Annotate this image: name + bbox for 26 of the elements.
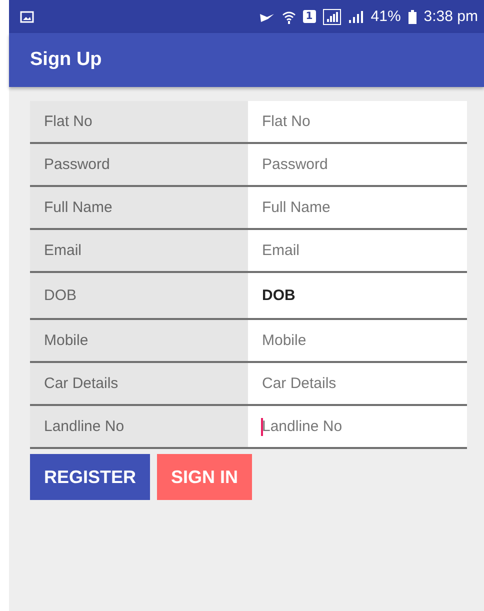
input-field[interactable]: DOB (248, 273, 467, 318)
field-label: Mobile (30, 320, 248, 361)
input-field[interactable]: Email (248, 230, 467, 271)
input-field[interactable]: Mobile (248, 320, 467, 361)
field-label: Car Details (30, 363, 248, 404)
field-label: Flat No (30, 101, 248, 142)
input-field[interactable]: Full Name (248, 187, 467, 228)
register-button[interactable]: REGISTER (30, 454, 150, 500)
clock: 3:38 pm (424, 8, 478, 25)
field-label: Password (30, 144, 248, 185)
field-label: DOB (30, 273, 248, 318)
image-icon (20, 10, 34, 22)
battery-icon (408, 10, 417, 24)
input-field[interactable]: Flat No (248, 101, 467, 142)
input-field[interactable]: Car Details (248, 363, 467, 404)
signal-icon (348, 10, 364, 24)
field-label: Full Name (30, 187, 248, 228)
sim-indicator: 1 (302, 10, 316, 23)
screen-title: Sign Up (30, 49, 102, 71)
input-field[interactable]: Password (248, 144, 467, 185)
field-label: Email (30, 230, 248, 271)
input-field[interactable]: Landline No (248, 406, 467, 447)
signal-icon (322, 8, 341, 24)
field-label: Landline No (30, 406, 248, 447)
battery-percentage: 41% (370, 8, 401, 25)
wifi-icon (282, 10, 296, 24)
